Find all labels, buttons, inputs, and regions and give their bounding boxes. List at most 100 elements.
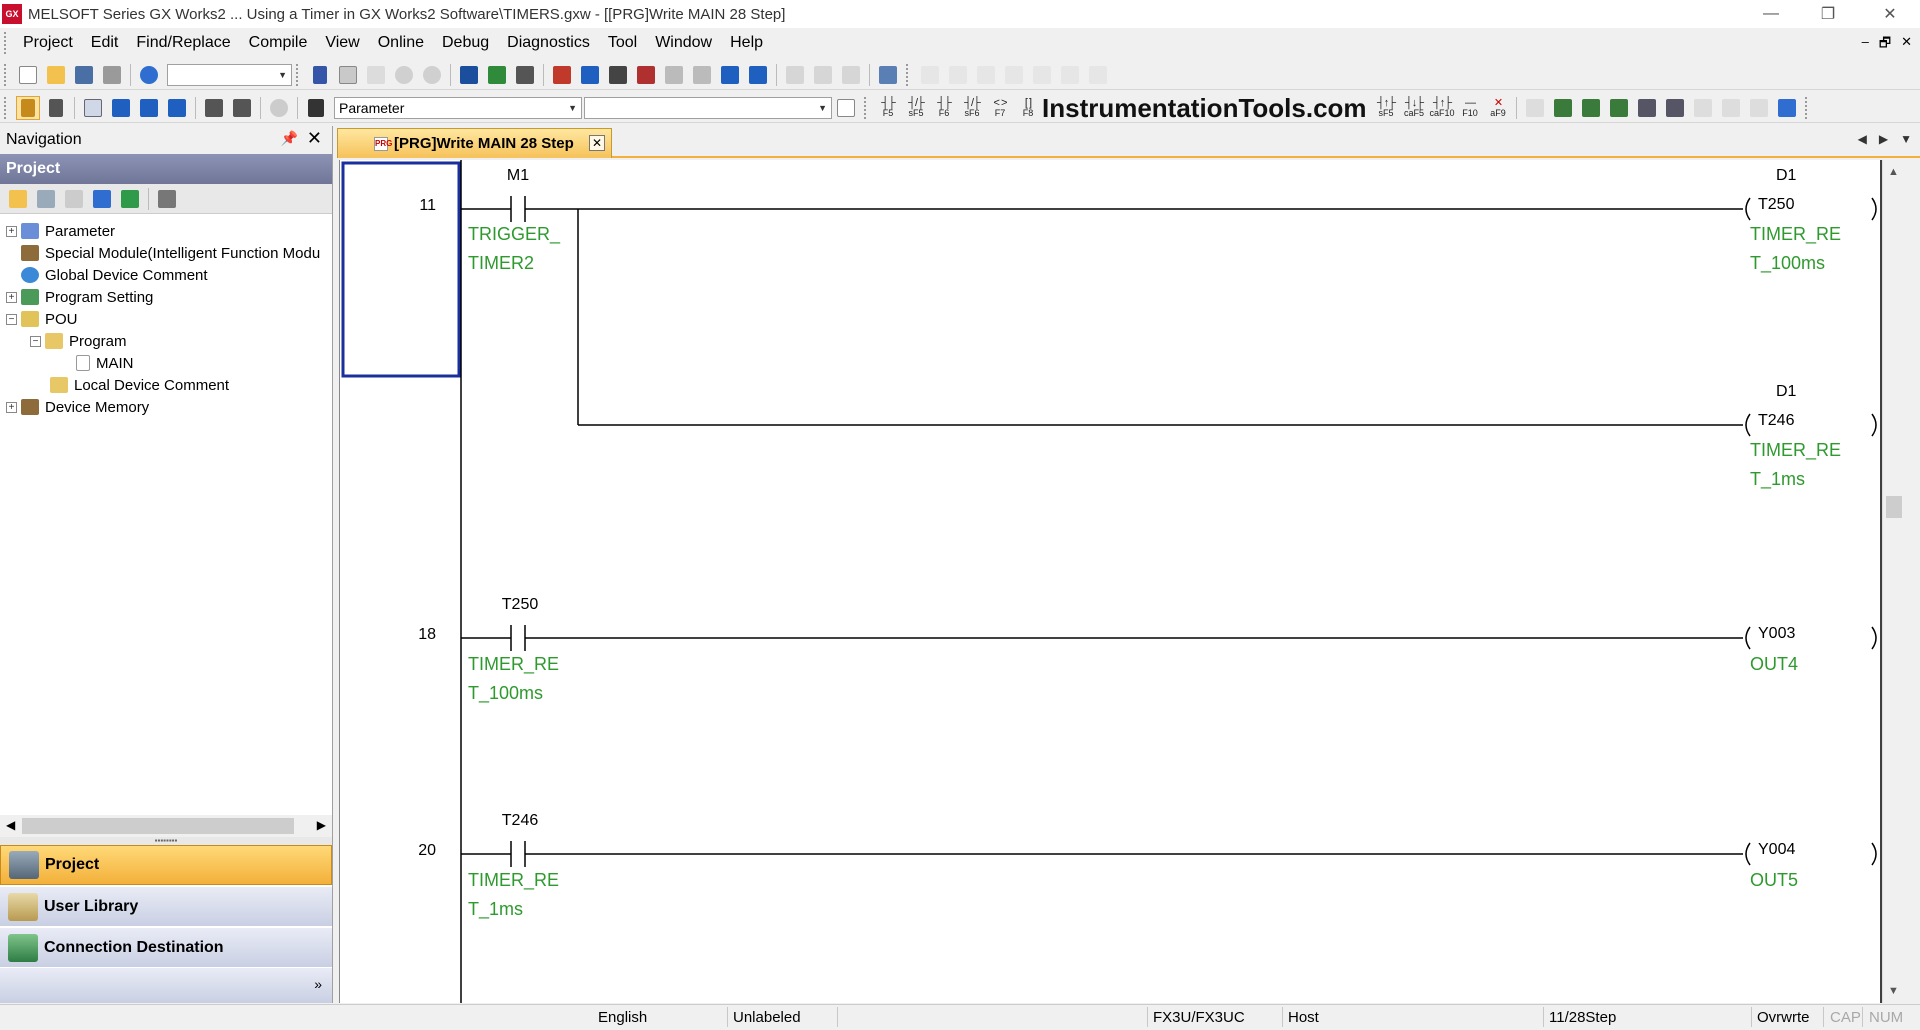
contact-t246[interactable]: T246 TIMER_RE T_1ms <box>468 812 559 920</box>
find-icon[interactable] <box>304 96 328 120</box>
menu-edit[interactable]: Edit <box>82 34 128 52</box>
ladder-tool-icon[interactable] <box>1691 96 1715 120</box>
tab-prev-icon[interactable]: ◀ <box>1858 132 1867 146</box>
tree-item-program[interactable]: − Program <box>30 330 127 352</box>
tree-item-program-setting[interactable]: + Program Setting <box>6 286 153 308</box>
remote-run-icon[interactable] <box>634 63 658 87</box>
tree-item-parameter[interactable]: + Parameter <box>6 220 115 242</box>
cut-icon[interactable] <box>308 63 332 87</box>
minimize-button[interactable]: — <box>1743 0 1799 28</box>
tree-item-local-device-comment[interactable]: Local Device Comment <box>50 374 229 396</box>
tree-item-main[interactable]: MAIN <box>76 352 134 374</box>
help-icon[interactable] <box>267 96 291 120</box>
project-combo[interactable]: ▼ <box>167 63 292 86</box>
element-selection-icon[interactable] <box>44 96 68 120</box>
display-icon[interactable] <box>876 63 900 87</box>
expand-icon[interactable]: + <box>6 225 17 237</box>
tab-list-icon[interactable]: ▼ <box>1900 132 1912 146</box>
ladder-contact-icon[interactable] <box>946 63 970 87</box>
save-icon[interactable] <box>72 63 96 87</box>
scroll-down-icon[interactable]: ▼ <box>1888 985 1899 997</box>
copy-icon[interactable] <box>336 63 360 87</box>
contact-m1[interactable]: M1 TRIGGER_ TIMER2 <box>468 167 561 273</box>
device-list-icon[interactable] <box>109 96 133 120</box>
mdi-close-button[interactable]: ✕ <box>1901 34 1912 56</box>
closed-contact-button[interactable]: ┤/├ sF5 <box>903 95 929 121</box>
ladder-tool-icon[interactable] <box>1635 96 1659 120</box>
ladder-tool-icon[interactable] <box>1775 96 1799 120</box>
editor-vertical-scrollbar[interactable]: ▲ ▼ <box>1882 160 1904 1003</box>
ladder-tool-icon[interactable] <box>1523 96 1547 120</box>
navigation-horizontal-scrollbar[interactable]: ◀ ▶ <box>0 815 332 837</box>
ladder-tool-icon[interactable] <box>1747 96 1771 120</box>
pulse-branch-button[interactable]: ┤↑├ caF10 <box>1429 95 1455 121</box>
redo-icon[interactable] <box>420 63 444 87</box>
window-icon[interactable] <box>783 63 807 87</box>
coil-y003[interactable]: Y003 OUT4 <box>1745 625 1877 674</box>
ladder-contact-icon[interactable] <box>918 63 942 87</box>
coil-y004[interactable]: Y004 OUT5 <box>1745 841 1877 890</box>
undo-icon[interactable] <box>392 63 416 87</box>
toolbar-grip[interactable] <box>864 96 870 119</box>
pin-icon[interactable]: 📌 <box>281 130 298 147</box>
refresh-icon[interactable] <box>118 187 142 211</box>
verify-plc-icon[interactable] <box>606 63 630 87</box>
collapse-icon[interactable]: − <box>6 313 17 325</box>
closed-branch-button[interactable]: ┤/├ sF6 <box>959 95 985 121</box>
toolbar-grip[interactable] <box>1805 96 1811 119</box>
tree-item-pou[interactable]: − POU <box>6 308 78 330</box>
menu-find-replace[interactable]: Find/Replace <box>127 34 239 52</box>
nav-button-project[interactable]: Project <box>0 845 332 885</box>
coil-t250[interactable]: D1 T250 TIMER_RE T_100ms <box>1745 167 1877 274</box>
scroll-right-icon[interactable]: ▶ <box>317 818 326 832</box>
paste-data-icon[interactable] <box>62 187 86 211</box>
menu-debug[interactable]: Debug <box>433 34 498 52</box>
navigation-toggle-icon[interactable] <box>16 95 40 120</box>
monitor-stop-icon[interactable] <box>690 63 714 87</box>
menu-grip[interactable] <box>4 32 10 54</box>
device-search-icon[interactable] <box>457 63 481 87</box>
rising-pulse-button[interactable]: ┤↑├ sF5 <box>1373 95 1399 121</box>
print-icon[interactable] <box>100 63 124 87</box>
scroll-up-icon[interactable]: ▲ <box>1888 166 1899 178</box>
close-icon[interactable]: ✕ <box>307 128 322 149</box>
tab-main-program[interactable]: PRG [PRG]Write MAIN 28 Step ✕ <box>337 128 612 158</box>
toolbar-grip[interactable] <box>296 63 302 86</box>
paste-icon[interactable] <box>364 63 388 87</box>
parameter-combo[interactable]: Parameter ▼ <box>334 96 582 119</box>
ladder-tool-icon[interactable] <box>1551 96 1575 120</box>
filter-icon[interactable] <box>155 187 179 211</box>
ladder-contact-icon[interactable] <box>1002 63 1026 87</box>
ladder-tool-icon[interactable] <box>1579 96 1603 120</box>
menu-tool[interactable]: Tool <box>599 34 646 52</box>
device-list-icon[interactable] <box>165 96 189 120</box>
open-contact-button[interactable]: ┤├ F5 <box>875 95 901 121</box>
close-button[interactable]: ✕ <box>1862 0 1918 28</box>
scrollbar-thumb[interactable] <box>22 818 294 834</box>
contact-search-icon[interactable] <box>513 63 537 87</box>
property-icon[interactable] <box>90 187 114 211</box>
coil-t246[interactable]: D1 T246 TIMER_RE T_1ms <box>1745 383 1877 490</box>
tree-item-special-module[interactable]: Special Module(Intelligent Function Modu <box>21 242 320 264</box>
window-icon[interactable] <box>811 63 835 87</box>
nav-button-connection-destination[interactable]: Connection Destination <box>0 927 332 967</box>
window-icon[interactable] <box>839 63 863 87</box>
ladder-contact-icon[interactable] <box>974 63 998 87</box>
open-branch-button[interactable]: ┤├ F6 <box>931 95 957 121</box>
tree-item-global-device-comment[interactable]: Global Device Comment <box>21 264 208 286</box>
toolbar-grip[interactable] <box>4 63 10 86</box>
menu-help[interactable]: Help <box>721 34 772 52</box>
write-plc-icon[interactable] <box>578 63 602 87</box>
device-list-icon[interactable] <box>137 96 161 120</box>
contact-t250[interactable]: T250 TIMER_RE T_100ms <box>468 596 559 704</box>
rung-11[interactable]: 11 M1 TRIGGER_ TIMER2 D1 T250 TIMER_RE T… <box>419 167 1877 490</box>
tab-next-icon[interactable]: ▶ <box>1879 132 1888 146</box>
menu-window[interactable]: Window <box>646 34 721 52</box>
collapse-icon[interactable]: − <box>30 335 41 347</box>
menu-online[interactable]: Online <box>369 34 433 52</box>
toolbar-grip[interactable] <box>4 96 10 119</box>
simulation-start-icon[interactable] <box>718 63 742 87</box>
ladder-tool-icon[interactable] <box>1607 96 1631 120</box>
mdi-restore-button[interactable]: 🗗 <box>1879 34 1891 56</box>
open-icon[interactable] <box>44 63 68 87</box>
